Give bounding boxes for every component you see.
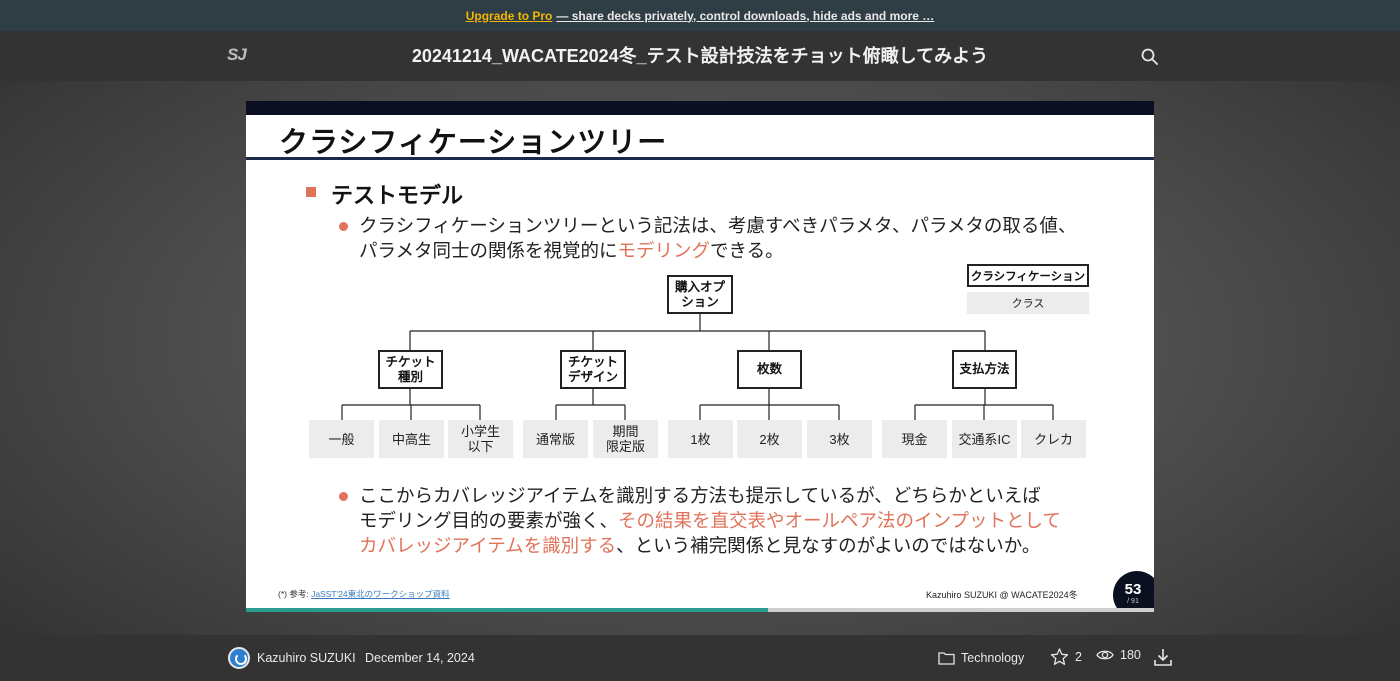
node-line: 期間	[612, 424, 639, 439]
text: 、という補完関係と見なすのがよいのではないか。	[616, 535, 1041, 556]
download-icon[interactable]	[1153, 647, 1173, 667]
node-line: 枚数	[756, 362, 782, 376]
tree-class-node: チケット 種別	[378, 350, 443, 389]
author-name[interactable]: Kazuhiro SUZUKI	[257, 651, 356, 665]
node-lines: チケット デザイン	[568, 355, 618, 385]
tree-class-node: 支払方法	[952, 350, 1017, 389]
page-total: / 91	[1127, 598, 1139, 605]
node-line: 以下	[467, 439, 494, 454]
promo-banner[interactable]: Upgrade to Pro — share decks privately, …	[0, 0, 1400, 31]
para2-line1: ここからカバレッジアイテムを識別する方法も提示しているが、どちらかといえば	[359, 485, 1041, 506]
node-line: ション	[681, 294, 719, 309]
upgrade-link[interactable]: Upgrade to Pro	[466, 9, 553, 23]
slide-credit: Kazuhiro SUZUKI @ WACATE2024冬	[926, 590, 1078, 600]
star-count: 2	[1075, 650, 1082, 664]
promo-text[interactable]: — share decks privately, control downloa…	[556, 9, 934, 23]
node-line: 通常版	[535, 431, 575, 447]
text: モデリング目的の要素が強く、	[359, 510, 619, 531]
page-number-badge: 53 / 91	[1113, 571, 1154, 611]
tree-root-node: 購入オプ ション	[667, 275, 733, 314]
author-avatar[interactable]	[228, 647, 250, 669]
slide-progress-fill	[246, 608, 769, 612]
node-line: デザイン	[567, 369, 618, 384]
category-label: Technology	[961, 651, 1025, 665]
star-icon	[1050, 648, 1069, 665]
slide-progress-bar[interactable]	[246, 608, 1154, 612]
slide-viewer[interactable]: クラシフィケーションツリー テストモデル クラシフィケーションツリーという記法は…	[246, 101, 1154, 611]
node-line: 一般	[328, 431, 355, 447]
node-line: 1枚	[690, 431, 711, 447]
node-lines: 小学生 以下	[461, 424, 500, 454]
tree-leaf-node: 一般	[309, 420, 374, 458]
tree-leaf-node: 現金	[882, 420, 947, 458]
node-lines: 購入オプ ション	[675, 280, 725, 310]
folder-icon	[938, 652, 955, 665]
tree-leaf-node: 中高生	[379, 420, 444, 458]
top-bar: SJ 20241214_WACATE2024冬_テスト設計技法をチョット俯瞰して…	[0, 31, 1400, 81]
view-count-label: 180	[1120, 648, 1141, 662]
node-line: 支払方法	[959, 362, 1010, 376]
view-count: 180	[1096, 648, 1141, 662]
slide-footnote: (*) 参考: JaSST'24東北のワークショップ資料	[278, 588, 450, 600]
category-link[interactable]: Technology	[938, 648, 1024, 668]
bullet-dot	[339, 492, 348, 501]
tree-leaf-node: 小学生 以下	[448, 420, 513, 458]
deck-title: 20241214_WACATE2024冬_テスト設計技法をチョット俯瞰してみよう	[411, 46, 989, 66]
node-line: 購入オプ	[674, 279, 725, 294]
node-line: 3枚	[829, 431, 850, 447]
para2-line3: カバレッジアイテムを識別する、という補完関係と見なすのがよいのではないか。	[359, 533, 1040, 558]
footnote-prefix: (*) 参考:	[278, 589, 309, 599]
search-icon[interactable]	[1140, 47, 1160, 67]
para2-line2: モデリング目的の要素が強く、その結果を直交表やオールペア法のインプットとして	[359, 508, 1061, 533]
node-line: 中高生	[391, 431, 431, 447]
node-line: クレカ	[1033, 431, 1073, 447]
tree-leaf-node: 期間 限定版	[593, 420, 658, 458]
node-line: 種別	[397, 369, 423, 384]
star-button[interactable]: 2	[1050, 648, 1082, 666]
node-line: 限定版	[605, 439, 645, 454]
node-line: 小学生	[460, 424, 500, 439]
tree-leaf-node: 交通系IC	[952, 420, 1017, 458]
tree-leaf-node: 2枚	[737, 420, 802, 458]
tree-leaf-node: 1枚	[668, 420, 733, 458]
page-number: 53	[1124, 581, 1142, 598]
tree-class-node: チケット デザイン	[560, 350, 626, 389]
node-lines: 期間 限定版	[606, 424, 645, 454]
tree-leaf-node: クレカ	[1021, 420, 1086, 458]
tree-leaf-node: 3枚	[807, 420, 872, 458]
eye-icon	[1096, 650, 1114, 660]
node-line: 交通系IC	[958, 431, 1011, 447]
tree-leaf-node: 通常版	[523, 420, 588, 458]
tree-class-node: 枚数	[737, 350, 802, 389]
footnote-link[interactable]: JaSST'24東北のワークショップ資料	[311, 589, 450, 599]
highlight-text: その結果を直交表やオールペア法のインプットとして	[618, 510, 1061, 531]
bottom-bar: Kazuhiro SUZUKI December 14, 2024 Techno…	[0, 635, 1400, 681]
node-lines: チケット 種別	[385, 355, 435, 385]
highlight-text: カバレッジアイテムを識別する	[359, 535, 617, 556]
node-line: チケット	[385, 354, 436, 369]
node-line: 現金	[901, 431, 928, 447]
node-line: 2枚	[759, 431, 780, 447]
publish-date: December 14, 2024	[365, 651, 475, 665]
node-line: チケット	[567, 354, 618, 369]
